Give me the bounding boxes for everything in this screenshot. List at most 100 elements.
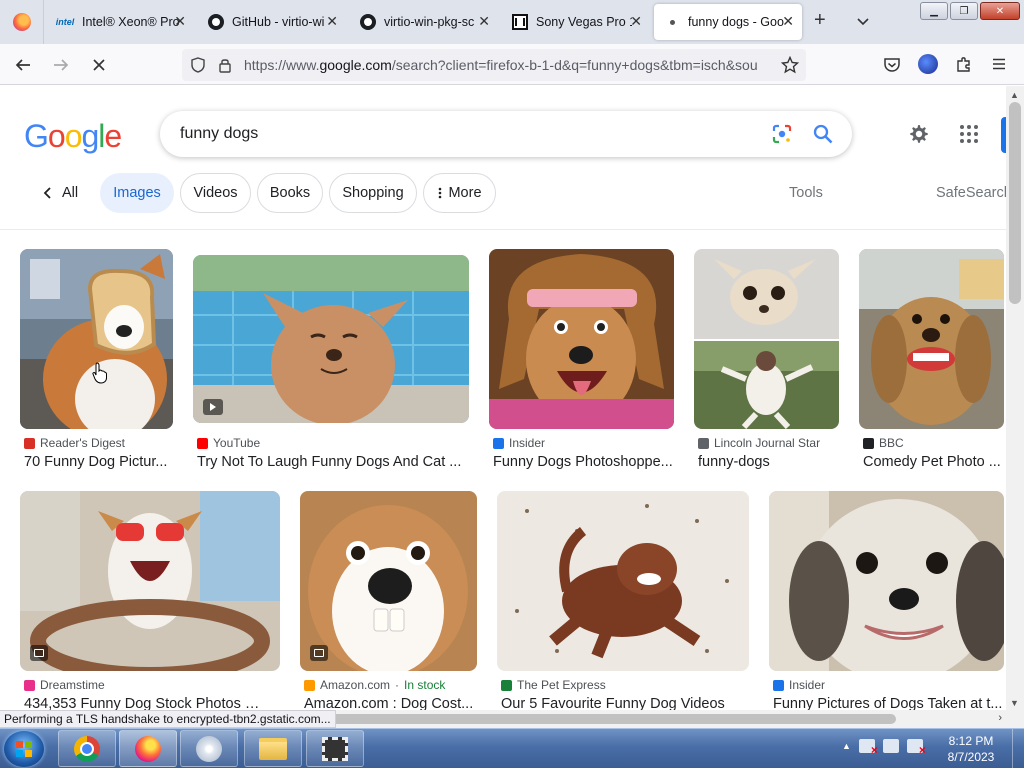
chip-books[interactable]: Books — [257, 173, 323, 213]
source-label: Insider — [789, 678, 826, 692]
tab-intel[interactable]: intel Intel® Xeon® Pro ✕ — [46, 4, 194, 40]
extensions-puzzle-icon[interactable] — [955, 55, 973, 73]
close-icon[interactable]: ✕ — [782, 14, 794, 28]
url-bar[interactable]: https://www.google.com/search?client=fir… — [182, 49, 806, 81]
chip-images[interactable]: Images — [100, 173, 174, 213]
result-thumbnail[interactable] — [300, 491, 477, 671]
pocket-icon[interactable] — [883, 56, 901, 74]
taskbar-firefox[interactable] — [119, 730, 177, 767]
settings-gear-icon[interactable] — [908, 123, 930, 145]
taskbar-clock[interactable]: 8:12 PM 8/7/2023 — [940, 733, 1002, 765]
window-controls: ▁ ❐ ✕ — [920, 2, 1020, 20]
scroll-up-arrow-icon[interactable]: ▲ — [1010, 90, 1019, 100]
result-title[interactable]: Our 5 Favourite Funny Dog Videos — [501, 696, 749, 710]
forward-button[interactable] — [50, 54, 72, 76]
taskbar-vegas[interactable] — [306, 730, 364, 767]
tab-sony-vegas[interactable]: Sony Vegas Pro 14 ✕ — [502, 4, 650, 40]
close-icon[interactable]: ✕ — [630, 14, 642, 28]
taskbar-chrome[interactable] — [58, 730, 116, 767]
scroll-right-arrow-icon[interactable]: › — [998, 712, 1002, 724]
new-tab-icon[interactable]: + — [814, 10, 826, 30]
chip-videos[interactable]: Videos — [180, 173, 251, 213]
stock-status: In stock — [404, 678, 446, 692]
result-source[interactable]: BBC — [863, 436, 904, 450]
action-center-icon[interactable] — [858, 739, 878, 757]
chip-all[interactable]: All — [42, 173, 78, 213]
result-thumbnail[interactable] — [769, 491, 1004, 671]
result-title[interactable]: 70 Funny Dog Pictur... — [24, 454, 174, 470]
result-title[interactable]: 434,353 Funny Dog Stock Photos - Fr... — [24, 696, 264, 710]
result-title[interactable]: Comedy Pet Photo ... — [863, 454, 1004, 470]
vertical-scrollbar[interactable]: ▲ ▼ — [1006, 86, 1024, 710]
chip-shopping[interactable]: Shopping — [329, 173, 417, 213]
restore-icon[interactable]: ❐ — [950, 2, 978, 20]
url-text: https://www.google.com/search?client=fir… — [244, 57, 774, 73]
minimize-icon[interactable]: ▁ — [920, 2, 948, 20]
shield-icon[interactable] — [190, 57, 206, 73]
stop-loading-button[interactable] — [88, 54, 110, 76]
google-logo[interactable]: Google — [24, 118, 122, 155]
scrollbar-thumb[interactable] — [1009, 102, 1021, 304]
scroll-down-arrow-icon[interactable]: ▼ — [1010, 698, 1019, 708]
chip-label: More — [448, 185, 482, 201]
chevron-down-icon[interactable] — [856, 14, 870, 28]
result-title[interactable]: Funny Dogs Photoshoppe... — [493, 454, 674, 470]
close-icon[interactable]: ✕ — [326, 14, 338, 28]
chip-more[interactable]: More — [423, 173, 496, 213]
result-thumbnail[interactable] — [694, 249, 839, 429]
result-thumbnail[interactable] — [20, 249, 173, 429]
result-source[interactable]: YouTube — [197, 436, 260, 450]
result-source[interactable]: Amazon.com · In stock — [304, 678, 445, 692]
result-source[interactable]: Lincoln Journal Star — [698, 436, 820, 450]
account-avatar-icon[interactable] — [918, 54, 938, 74]
taskbar-explorer[interactable] — [244, 730, 302, 767]
result-source[interactable]: Reader's Digest — [24, 436, 125, 450]
tab-virtio-pkg[interactable]: virtio-win-pkg-sc ✕ — [350, 4, 498, 40]
tools-button[interactable]: Tools — [789, 185, 823, 201]
scrollbar-thumb[interactable] — [330, 714, 896, 724]
insider-icon — [773, 679, 784, 691]
result-source[interactable]: Insider — [493, 436, 545, 450]
back-button[interactable] — [12, 54, 34, 76]
search-input[interactable]: funny dogs — [180, 125, 258, 143]
taskbar-disc[interactable] — [180, 730, 238, 767]
volume-muted-icon[interactable] — [906, 739, 926, 757]
hamburger-menu-icon[interactable] — [991, 56, 1007, 72]
disc-icon — [196, 735, 222, 762]
google-apps-icon[interactable] — [960, 125, 978, 143]
network-icon[interactable] — [882, 739, 899, 753]
tab-funny-dogs[interactable]: funny dogs - Goo ✕ — [654, 4, 802, 40]
windows-taskbar: ▲ 8:12 PM 8/7/2023 — [0, 728, 1024, 768]
google-lens-icon[interactable] — [772, 124, 792, 144]
github-icon — [208, 14, 224, 30]
result-title[interactable]: funny-dogs — [698, 454, 839, 470]
result-thumbnail[interactable] — [859, 249, 1004, 429]
lock-icon[interactable] — [218, 57, 232, 73]
result-thumbnail[interactable] — [20, 491, 280, 671]
start-button[interactable] — [4, 731, 44, 767]
pet-express-icon — [501, 679, 512, 691]
result-title[interactable]: Amazon.com : Dog Cost... — [304, 696, 477, 710]
tab-github-virtio[interactable]: GitHub - virtio-wi ✕ — [198, 4, 346, 40]
result-title[interactable]: Funny Pictures of Dogs Taken at t... — [773, 696, 1004, 710]
safesearch-button[interactable]: SafeSearch — [936, 185, 1006, 201]
result-thumbnail[interactable] — [193, 255, 469, 423]
result-thumbnail[interactable] — [497, 491, 749, 671]
search-icon[interactable] — [812, 123, 834, 145]
result-source[interactable]: Insider — [773, 678, 825, 692]
window-close-icon[interactable]: ✕ — [980, 2, 1020, 20]
price-tag-icon — [310, 645, 328, 661]
dog-teeth-image — [859, 249, 1004, 429]
video-play-icon — [203, 399, 223, 415]
show-desktop-button[interactable] — [1012, 729, 1024, 768]
tray-expand-icon[interactable]: ▲ — [842, 741, 851, 751]
firefox-view-button[interactable] — [0, 0, 44, 44]
result-source[interactable]: The Pet Express — [501, 678, 606, 692]
bookmark-star-icon[interactable] — [781, 56, 799, 74]
result-title[interactable]: Try Not To Laugh Funny Dogs And Cat ... — [197, 454, 469, 470]
close-icon[interactable]: ✕ — [478, 14, 490, 28]
result-thumbnail[interactable] — [489, 249, 674, 429]
result-source[interactable]: Dreamstime — [24, 678, 105, 692]
search-box[interactable]: funny dogs — [160, 111, 852, 157]
close-icon[interactable]: ✕ — [174, 14, 186, 28]
